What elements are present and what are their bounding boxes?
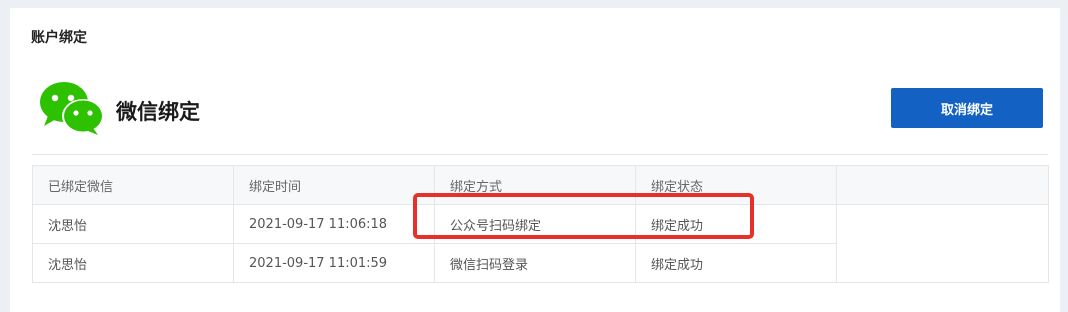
cell-method: 微信扫码登录 [434, 243, 636, 283]
wechat-logo-icon [40, 82, 104, 135]
column-header-blank [836, 165, 1049, 205]
unbind-button[interactable]: 取消绑定 [891, 88, 1043, 128]
section-title: 账户绑定 [31, 30, 87, 46]
wechat-binding-title: 微信绑定 [116, 100, 200, 124]
column-header-time: 绑定时间 [233, 165, 435, 205]
cell-blank [836, 204, 1049, 283]
divider [32, 154, 1048, 155]
account-binding-card: 账户绑定 微信绑定 取消绑定 已绑定微信 绑定时间 绑定方式 绑定状态 沈思怡 … [10, 8, 1060, 312]
cell-status: 绑定成功 [635, 243, 837, 283]
column-header-account: 已绑定微信 [32, 165, 234, 205]
cell-account: 沈思怡 [32, 204, 234, 244]
cell-time: 2021-09-17 11:01:59 [233, 243, 435, 283]
cell-time: 2021-09-17 11:06:18 [233, 204, 435, 244]
highlight-annotation-box [413, 193, 754, 239]
cell-account: 沈思怡 [32, 243, 234, 283]
